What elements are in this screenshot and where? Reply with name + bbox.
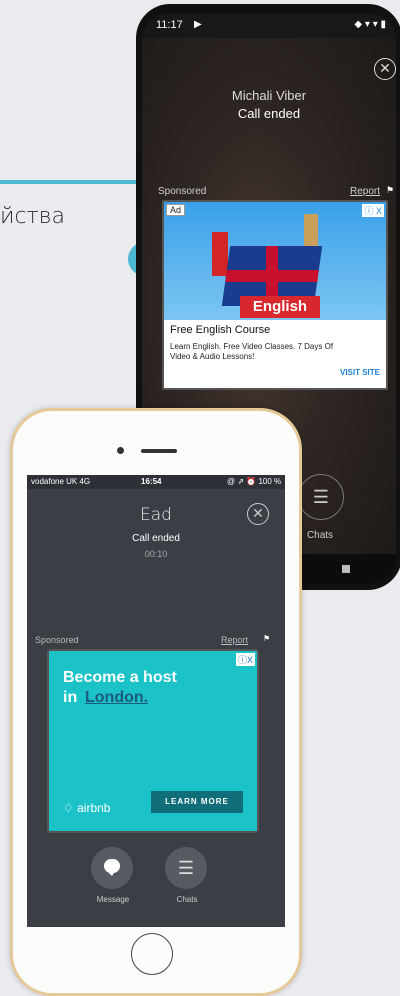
visit-site-button[interactable]: VISIT SITE — [340, 368, 380, 377]
carrier-label: vodafone UK 4G — [31, 477, 91, 486]
airbnb-icon: ♢ — [63, 801, 74, 815]
call-status: Call ended — [237, 106, 301, 121]
brand-name: airbnb — [77, 801, 111, 815]
close-icon[interactable]: ✕ — [247, 503, 269, 525]
earpiece — [141, 449, 177, 453]
android-status-icons: ◆ ▾ ▾ ▮ — [354, 19, 386, 30]
ad-choices-icon[interactable]: ⓘ X — [362, 204, 384, 217]
close-icon[interactable]: ✕ — [374, 58, 396, 80]
report-link[interactable]: Report — [221, 635, 248, 645]
learn-more-button[interactable]: LEARN MORE — [151, 791, 243, 813]
list-icon: ☰ — [177, 858, 195, 878]
pointer-line-horizontal — [0, 180, 140, 184]
report-flag-icon: ⚑ — [386, 185, 395, 195]
ad-headline: Become a host — [63, 669, 177, 686]
front-camera — [117, 447, 124, 454]
status-time: 16:54 — [141, 477, 162, 486]
ad-image-text: English — [240, 296, 320, 318]
chats-label: Chats — [176, 895, 198, 904]
iphone-status-bar: vodafone UK 4G 16:54 @ ⇗ ⏰ 100 % — [27, 475, 285, 489]
recent-apps-icon[interactable] — [342, 565, 350, 573]
ad-title[interactable]: Free English Course — [170, 324, 270, 336]
report-flag-icon: ⚑ — [263, 634, 271, 643]
play-icon: ▶ — [194, 19, 202, 30]
battery-indicator: @ ⇗ ⏰ 100 % — [227, 477, 282, 486]
message-bubble-tail — [107, 871, 115, 876]
chats-button[interactable]: ☰ — [165, 847, 207, 889]
ad-headline-city: London. — [85, 689, 149, 706]
contact-name: Michali Viber — [231, 88, 307, 103]
ad-card[interactable]: English Ad ⓘ X Free English Course Learn… — [162, 200, 388, 390]
chats-button[interactable]: ☰ — [298, 474, 344, 520]
ad-image[interactable]: English Ad ⓘ X — [164, 202, 386, 320]
call-status: Call ended — [132, 533, 180, 544]
message-label: Message — [96, 895, 130, 904]
iphone-screen: vodafone UK 4G 16:54 @ ⇗ ⏰ 100 % Ead ✕ C… — [27, 475, 285, 927]
call-duration: 00:10 — [144, 549, 168, 559]
sponsored-label: Sponsored — [35, 635, 79, 645]
home-button[interactable] — [131, 933, 173, 975]
iphone: vodafone UK 4G 16:54 @ ⇗ ⏰ 100 % Ead ✕ C… — [10, 408, 302, 996]
android-status-bar: 11:17 ▶ ◆ ▾ ▾ ▮ — [142, 14, 396, 38]
ad-badge: Ad — [166, 204, 186, 216]
phone-booth-shape — [212, 232, 228, 276]
ad-description: Learn English. Free Video Classes. 7 Day… — [170, 342, 334, 361]
ad-choices-icon[interactable]: ⓘX — [235, 653, 255, 666]
sponsored-label: Sponsored — [158, 186, 207, 197]
android-status-time: 11:17 — [156, 19, 183, 31]
ad-headline-in: in — [63, 689, 78, 706]
report-link[interactable]: Report — [350, 186, 380, 197]
list-icon: ☰ — [312, 487, 330, 507]
side-caption: йства — [0, 204, 66, 229]
airbnb-logo: ♢ airbnb — [63, 801, 110, 815]
message-button[interactable] — [91, 847, 133, 889]
ad-card[interactable]: ⓘX Become a host in London. ♢ airbnb LEA… — [47, 649, 259, 833]
